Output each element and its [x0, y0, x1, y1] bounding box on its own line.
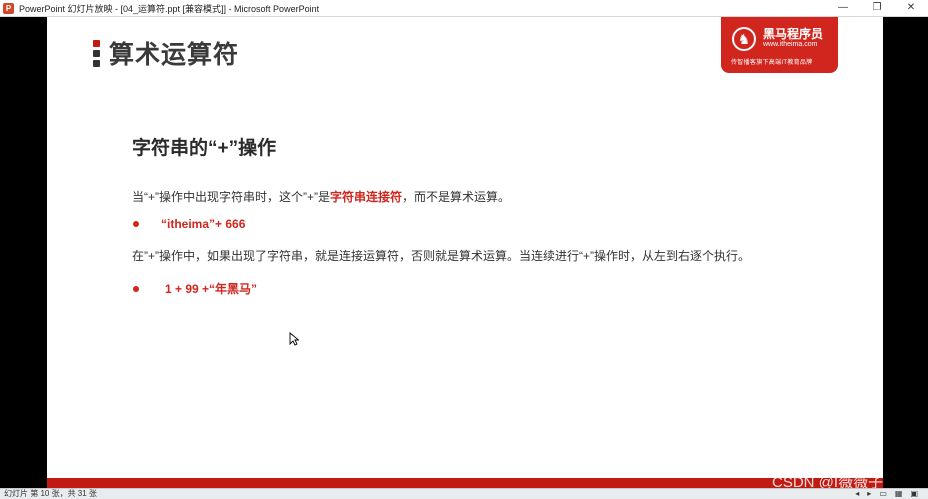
logo-url: www.itheima.com — [763, 41, 818, 48]
status-bar: 幻灯片 第 10 张，共 31 张 ◂ ▸ ▭ ▦ ▣ — [0, 488, 928, 499]
minimize-button[interactable]: — — [826, 0, 860, 16]
paragraph-1-highlight: 字符串连接符 — [330, 190, 403, 204]
logo-name: 黑马程序员 — [763, 27, 824, 41]
paragraph-1-after: ，而不是算术运算。 — [402, 190, 511, 204]
powerpoint-window: P PowerPoint 幻灯片放映 - [04_运算符.ppt [兼容模式]]… — [0, 0, 928, 499]
powerpoint-icon[interactable]: P — [3, 2, 14, 14]
slide-footer-bar — [47, 478, 883, 488]
paragraph-2: 在”+”操作中，如果出现了字符串，就是连接运算符，否则就是算术运算。当连续进行“… — [132, 249, 751, 263]
mouse-cursor-icon — [289, 332, 299, 346]
bullet-1-text: “itheima”+ 666 — [161, 217, 246, 231]
view-controls: ◂ ▸ ▭ ▦ ▣ — [855, 489, 918, 499]
window-controls: — ❐ ✕ — [826, 0, 928, 16]
normal-view-icon[interactable]: ▭ — [879, 489, 887, 499]
next-icon[interactable]: ▸ — [867, 489, 871, 499]
sorter-view-icon[interactable]: ▦ — [895, 489, 903, 499]
slideshow-icon[interactable]: ▣ — [910, 489, 918, 499]
section-heading: 字符串的“+”操作 — [132, 138, 277, 159]
bullet-icon — [133, 285, 139, 292]
horse-logo-icon: ♞ — [732, 27, 756, 51]
bullet-item-2: 1 + 99 +“年黑马” — [133, 280, 257, 297]
title-bar: P PowerPoint 幻灯片放映 - [04_运算符.ppt [兼容模式]]… — [0, 0, 928, 17]
prev-icon[interactable]: ◂ — [855, 489, 859, 499]
title-marker-icon — [93, 40, 101, 67]
paragraph-1: 当“+”操作中出现字符串时，这个”+”是字符串连接符，而不是算术运算。 — [132, 188, 510, 205]
bullet-2-text: 1 + 99 +“年黑马” — [165, 282, 258, 296]
window-title: PowerPoint 幻灯片放映 - [04_运算符.ppt [兼容模式]] -… — [19, 3, 320, 14]
paragraph-1-before: 当“+”操作中出现字符串时，这个”+”是 — [132, 190, 331, 204]
logo-slogan: 传智播客旗下高端IT教育品牌 — [731, 60, 813, 66]
brand-logo: ♞ 黑马程序员 www.itheima.com 传智播客旗下高端IT教育品牌 — [721, 17, 838, 73]
bullet-icon — [133, 221, 139, 227]
restore-button[interactable]: ❐ — [860, 0, 894, 16]
slide-counter: 幻灯片 第 10 张，共 31 张 — [4, 489, 97, 498]
slide-canvas[interactable]: 算术运算符 ♞ 黑马程序员 www.itheima.com 传智播客旗下高端IT… — [47, 17, 883, 488]
bullet-item-1: “itheima”+ 666 — [133, 217, 245, 231]
close-button[interactable]: ✕ — [894, 0, 928, 16]
slide-title: 算术运算符 — [109, 41, 240, 69]
